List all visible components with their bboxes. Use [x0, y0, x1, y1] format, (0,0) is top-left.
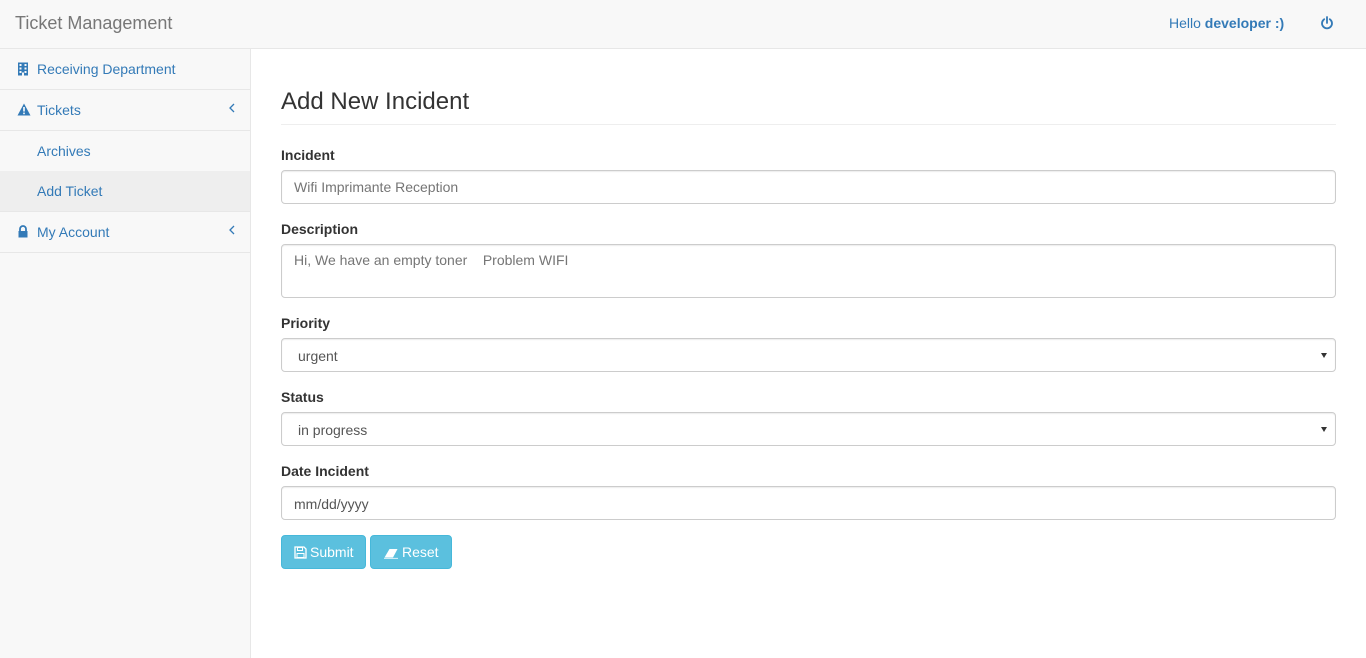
sidebar-subitem-add-ticket[interactable]: Add Ticket [0, 171, 250, 212]
lock-icon [17, 225, 31, 239]
priority-select[interactable]: urgent [281, 338, 1336, 372]
user-greeting[interactable]: Hello developer :) [1169, 15, 1284, 31]
username: developer :) [1204, 15, 1285, 31]
power-icon[interactable] [1320, 15, 1334, 31]
sidebar-item-tickets[interactable]: Tickets [0, 90, 250, 131]
sidebar-item-label: Receiving Department [37, 61, 176, 77]
top-navbar: Ticket Management Hello developer :) [0, 0, 1366, 49]
sidebar-item-label: Archives [37, 143, 91, 159]
sidebar-item-receiving-department[interactable]: Receiving Department [0, 49, 250, 90]
priority-selected-value: urgent [298, 348, 338, 364]
description-label: Description [281, 221, 359, 237]
caret-down-icon [1321, 353, 1327, 358]
floppy-disk-icon [294, 546, 307, 559]
description-textarea[interactable] [281, 244, 1336, 298]
date-placeholder: mm/dd/yyyy [294, 496, 369, 512]
chevron-left-icon[interactable] [228, 101, 236, 113]
incident-label: Incident [281, 147, 335, 163]
building-icon [17, 62, 31, 76]
sidebar-item-label: My Account [37, 224, 110, 240]
status-select[interactable]: in progress [281, 412, 1336, 446]
status-selected-value: in progress [298, 422, 368, 438]
title-divider [281, 124, 1336, 125]
reset-label: Reset [402, 544, 439, 560]
sidebar-item-my-account[interactable]: My Account [0, 212, 250, 253]
greeting-text: Hello [1169, 15, 1205, 31]
sidebar: Receiving Department Tickets Archives Ad… [0, 49, 251, 658]
priority-label: Priority [281, 315, 331, 331]
status-label: Status [281, 389, 324, 405]
warning-icon [17, 103, 31, 117]
page-title: Add New Incident [281, 88, 470, 115]
sidebar-subitem-archives[interactable]: Archives [0, 131, 250, 171]
sidebar-item-label: Tickets [37, 102, 81, 118]
submit-label: Submit [310, 544, 354, 560]
reset-button[interactable]: Reset [370, 535, 452, 569]
app-brand[interactable]: Ticket Management [15, 13, 172, 33]
incident-input[interactable] [281, 170, 1336, 204]
date-incident-input[interactable]: mm/dd/yyyy [281, 486, 1336, 520]
caret-down-icon [1321, 427, 1327, 432]
submit-button[interactable]: Submit [281, 535, 366, 569]
sidebar-item-label: Add Ticket [37, 183, 103, 199]
eraser-icon [383, 546, 399, 559]
date-incident-label: Date Incident [281, 463, 369, 479]
chevron-left-icon[interactable] [228, 223, 236, 235]
